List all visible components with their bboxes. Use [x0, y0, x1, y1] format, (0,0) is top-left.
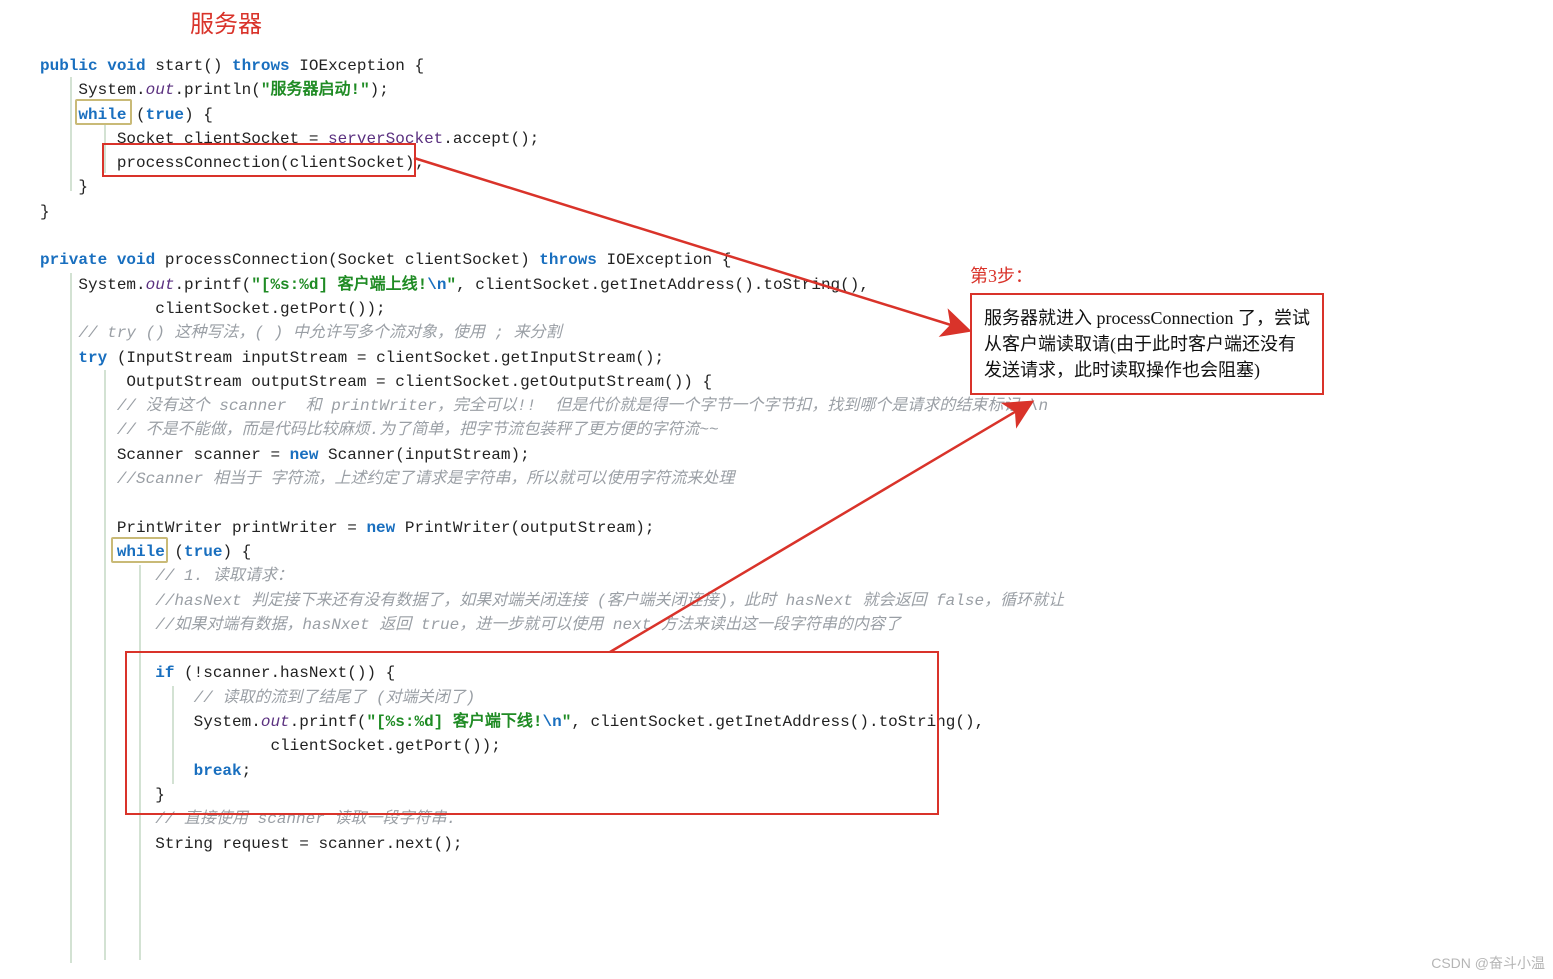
watermark: CSDN @奋斗小温	[1431, 953, 1545, 973]
highlight-process-call	[102, 143, 416, 177]
step-label: 第3步：	[970, 262, 1033, 288]
highlight-while	[75, 99, 132, 125]
highlight-if-block	[125, 651, 939, 815]
highlight-while2	[111, 537, 168, 563]
callout-box: 服务器就进入 processConnection 了，尝试从客户端读取请(由于此…	[970, 293, 1324, 395]
page-title: 服务器	[190, 4, 262, 39]
